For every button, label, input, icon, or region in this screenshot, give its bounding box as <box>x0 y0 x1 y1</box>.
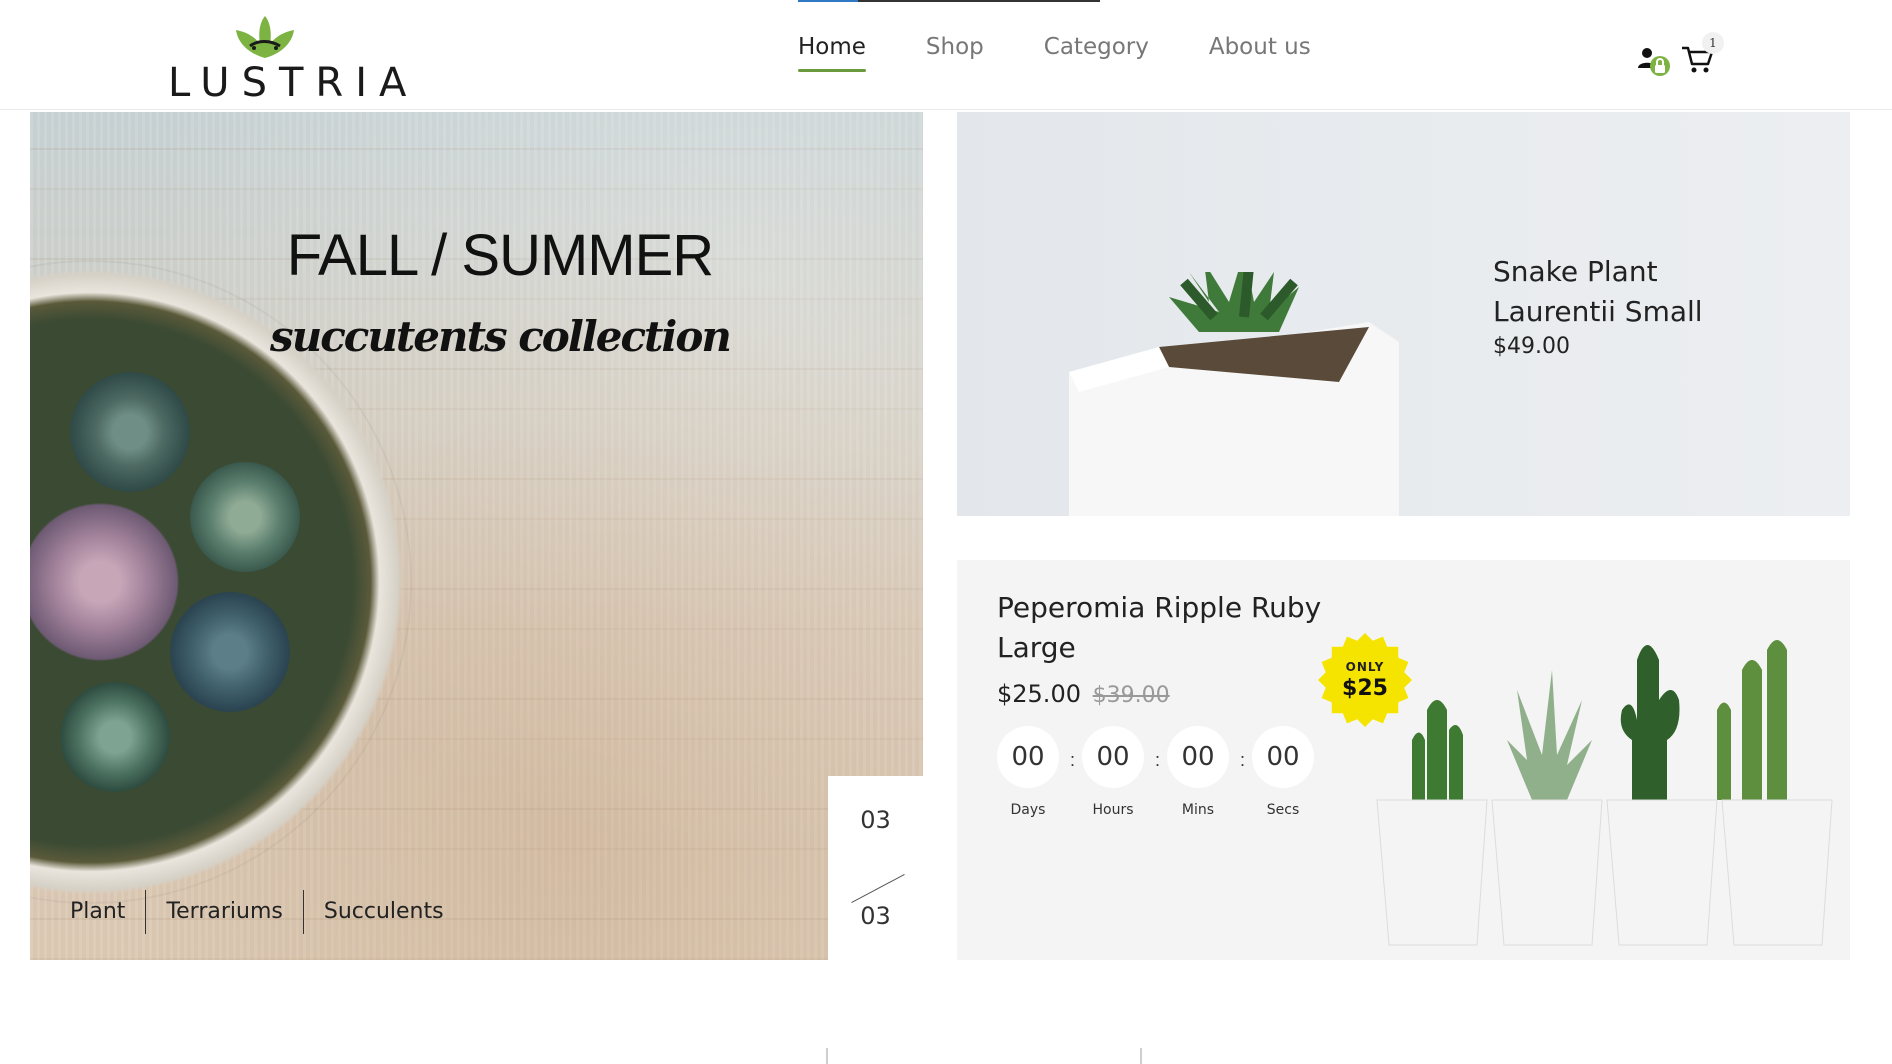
site-header: LUSTRIA Home Shop Category About us 1 <box>0 0 1892 110</box>
page-progress-bar <box>798 0 1100 2</box>
featured-product-name[interactable]: Snake Plant Laurentii Small <box>1493 252 1713 332</box>
logo-text: LUSTRIA <box>168 60 419 106</box>
hero-title: FALL / SUMMER <box>286 223 714 288</box>
countdown-days-value: 00 <box>997 726 1059 788</box>
cacti-plants-image <box>1376 640 1833 946</box>
deal-current-price: $25.00 <box>997 680 1081 708</box>
tab-separator <box>826 1048 828 1064</box>
deal-countdown: 00 Days : 00 Hours : 00 Mins : 00 Secs <box>997 726 1337 818</box>
hero-category-plant[interactable]: Plant <box>60 890 145 934</box>
countdown-secs-label: Secs <box>1266 802 1300 818</box>
main-nav: Home Shop Category About us <box>798 34 1371 72</box>
snake-plant-image <box>1069 272 1399 516</box>
slide-total-number: 03 <box>860 902 891 930</box>
hero-category-links: Plant Terrariums Succulents <box>60 890 464 934</box>
countdown-secs-value: 00 <box>1252 726 1314 788</box>
deal-product-name[interactable]: Peperomia Ripple Ruby Large <box>997 588 1327 668</box>
nav-category[interactable]: Category <box>1044 34 1149 72</box>
hero-subtitle: succutents collection <box>270 312 732 361</box>
hero-banner[interactable]: FALL / SUMMER succutents collection Plan… <box>30 112 923 960</box>
slide-counter: 03 03 <box>828 776 923 960</box>
tab-sale[interactable] <box>1190 1040 1205 1064</box>
countdown-mins: 00 Mins : <box>1167 726 1245 818</box>
countdown-separator: : <box>1069 750 1075 770</box>
nav-about-us[interactable]: About us <box>1209 34 1311 72</box>
countdown-mins-label: Mins <box>1181 802 1215 818</box>
tab-all-plants[interactable] <box>610 1040 625 1064</box>
nav-shop[interactable]: Shop <box>926 34 984 72</box>
deal-old-price: $39.00 <box>1092 683 1170 708</box>
tab-separator <box>1140 1048 1142 1064</box>
countdown-mins-value: 00 <box>1167 726 1229 788</box>
featured-product-card[interactable]: Snake Plant Laurentii Small $49.00 <box>957 112 1850 516</box>
slide-divider <box>851 873 905 904</box>
nav-home[interactable]: Home <box>798 34 866 72</box>
hero-category-terrariums[interactable]: Terrariums <box>145 890 302 934</box>
page-progress-fill <box>798 0 858 2</box>
leaf-logo-icon <box>236 16 294 58</box>
site-logo[interactable]: LUSTRIA <box>168 14 406 106</box>
countdown-separator: : <box>1239 750 1245 770</box>
countdown-hours: 00 Hours : <box>1082 726 1160 818</box>
countdown-hours-label: Hours <box>1092 802 1134 818</box>
cart-count-badge: 1 <box>1702 32 1724 54</box>
featured-product-price: $49.00 <box>1493 334 1570 359</box>
countdown-secs: 00 Secs <box>1252 726 1314 818</box>
countdown-hours-value: 00 <box>1082 726 1144 788</box>
tab-new-arrivals[interactable] <box>880 1040 895 1064</box>
countdown-days-label: Days <box>1010 802 1046 818</box>
hero-category-succulents[interactable]: Succulents <box>302 890 464 934</box>
deal-product-prices: $25.00 $39.00 <box>997 680 1170 708</box>
user-lock-icon[interactable] <box>1636 44 1672 78</box>
countdown-days: 00 Days : <box>997 726 1075 818</box>
product-filter-tabs <box>0 1040 1892 1064</box>
header-actions: 1 <box>1632 32 1724 80</box>
countdown-separator: : <box>1154 750 1160 770</box>
deal-product-card[interactable]: Peperomia Ripple Ruby Large $25.00 $39.0… <box>957 560 1850 960</box>
slide-current-number: 03 <box>860 806 891 834</box>
